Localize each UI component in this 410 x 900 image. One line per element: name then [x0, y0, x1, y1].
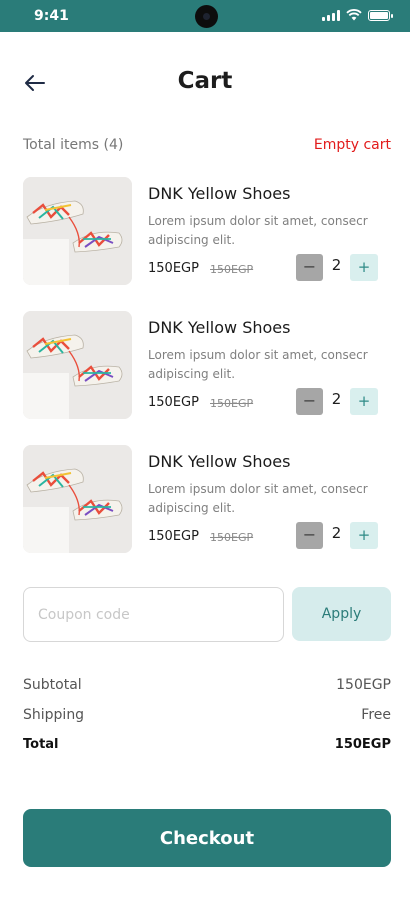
checkout-button[interactable]: Checkout	[23, 809, 391, 867]
product-name[interactable]: DNK Yellow Shoes	[148, 318, 290, 337]
product-price: 150EGP	[148, 261, 199, 276]
camera-notch	[195, 5, 218, 28]
increase-quantity-button[interactable]: +	[350, 388, 378, 415]
status-time: 9:41	[34, 8, 69, 24]
total-label: Total	[23, 737, 59, 752]
product-description: Lorem ipsum dolor sit amet, consecr adip…	[148, 482, 368, 515]
empty-cart-button[interactable]: Empty cart	[314, 137, 391, 153]
product-description: Lorem ipsum dolor sit amet, consecr adip…	[148, 214, 368, 247]
coupon-code-input[interactable]	[23, 587, 284, 642]
product-image[interactable]	[23, 311, 132, 419]
product-old-price: 150EGP	[210, 397, 254, 410]
total-items-label: Total items (4)	[23, 137, 124, 153]
product-old-price: 150EGP	[210, 263, 254, 276]
status-bar: 9:41	[0, 0, 410, 32]
subtotal-value: 150EGP	[336, 677, 391, 693]
subtotal-label: Subtotal	[23, 677, 82, 693]
increase-quantity-button[interactable]: +	[350, 254, 378, 281]
sneaker-photo	[23, 445, 132, 553]
cart-item: DNK Yellow Shoes Lorem ipsum dolor sit a…	[23, 311, 391, 419]
status-icons	[322, 9, 393, 21]
product-name[interactable]: DNK Yellow Shoes	[148, 184, 290, 203]
sneaker-photo	[23, 177, 132, 285]
product-image[interactable]	[23, 445, 132, 553]
shipping-label: Shipping	[23, 707, 85, 723]
total-row: Total 150EGP	[23, 737, 391, 757]
product-name[interactable]: DNK Yellow Shoes	[148, 452, 290, 471]
quantity-value: 2	[331, 256, 342, 274]
product-description: Lorem ipsum dolor sit amet, consecr adip…	[148, 348, 368, 381]
decrease-quantity-button[interactable]: −	[296, 522, 323, 549]
signal-icon	[322, 9, 340, 21]
cart-item: DNK Yellow Shoes Lorem ipsum dolor sit a…	[23, 445, 391, 553]
page-title: Cart	[177, 68, 233, 94]
decrease-quantity-button[interactable]: −	[296, 388, 323, 415]
shipping-row: Shipping Free	[23, 707, 391, 727]
product-price: 150EGP	[148, 529, 199, 544]
quantity-value: 2	[331, 390, 342, 408]
apply-coupon-button[interactable]: Apply	[292, 587, 391, 641]
sneaker-photo	[23, 311, 132, 419]
wifi-icon	[346, 9, 362, 21]
product-price: 150EGP	[148, 395, 199, 410]
shipping-value: Free	[361, 707, 391, 723]
decrease-quantity-button[interactable]: −	[296, 254, 323, 281]
cart-item: DNK Yellow Shoes Lorem ipsum dolor sit a…	[23, 177, 391, 285]
quantity-value: 2	[331, 524, 342, 542]
cart-summary-row: Total items (4) Empty cart	[23, 137, 391, 157]
product-old-price: 150EGP	[210, 531, 254, 544]
total-value: 150EGP	[334, 737, 391, 752]
battery-icon	[368, 9, 393, 21]
subtotal-row: Subtotal 150EGP	[23, 677, 391, 697]
increase-quantity-button[interactable]: +	[350, 522, 378, 549]
product-image[interactable]	[23, 177, 132, 285]
